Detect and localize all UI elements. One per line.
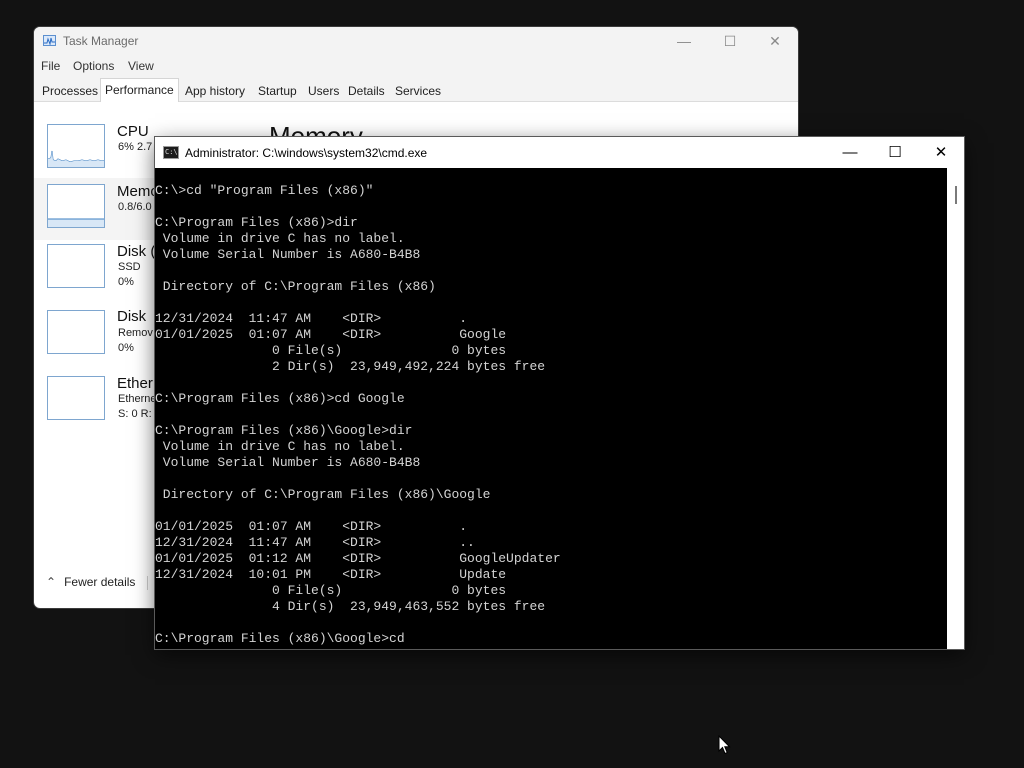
perf-item-cpu[interactable]: CPU 6% 2.7 [34, 118, 154, 180]
perf-item-disk-0[interactable]: Disk ( SSD 0% [34, 238, 156, 300]
fewer-details-label: Fewer details [64, 575, 136, 589]
console-line: Volume in drive C has no label. [155, 439, 405, 454]
perf-memory-usage: 0.8/6.0 [118, 201, 152, 213]
cmd-window-title: Administrator: C:\windows\system32\cmd.e… [185, 146, 428, 160]
perf-ethernet-throughput: S: 0 R: [118, 408, 152, 420]
cmd-window[interactable]: C:\ Administrator: C:\windows\system32\c… [155, 137, 964, 649]
console-line: C:\Program Files (x86)>dir [155, 215, 358, 230]
cmd-scrollbar-thumb[interactable] [955, 186, 957, 204]
console-line: Directory of C:\Program Files (x86)\Goog… [155, 487, 491, 502]
menu-options[interactable]: Options [73, 59, 114, 73]
cmd-scrollbar[interactable] [947, 168, 964, 649]
console-line: 01/01/2025 01:12 AM <DIR> GoogleUpdater [155, 551, 561, 566]
perf-item-disk-1[interactable]: Disk Remov 0% [34, 304, 154, 366]
perf-cpu-name: CPU [117, 123, 149, 140]
console-line: Volume Serial Number is A680-B4B8 [155, 455, 421, 470]
console-line: Volume Serial Number is A680-B4B8 [155, 247, 421, 262]
ethernet-graph-thumbnail [47, 376, 105, 420]
disk1-graph-thumbnail [47, 310, 105, 354]
cmd-minimize-button[interactable]: — [827, 137, 873, 168]
perf-cpu-usage: 6% 2.7 [118, 141, 153, 153]
perf-item-memory[interactable]: Memo 0.8/6.0 [34, 178, 159, 240]
fewer-details-link[interactable]: ⌃ Fewer details [46, 575, 135, 589]
perf-disk1-name: Disk [117, 308, 147, 325]
tab-bar: Processes Performance App history Startu… [34, 78, 798, 102]
perf-ethernet-name: Ether [117, 375, 153, 392]
tab-performance[interactable]: Performance [100, 78, 179, 102]
console-line: 01/01/2025 01:07 AM <DIR> . [155, 519, 468, 534]
mouse-cursor-icon [718, 735, 731, 755]
tab-processes[interactable]: Processes [37, 80, 103, 101]
chevron-up-icon: ⌃ [46, 575, 57, 589]
menu-bar: File Options View [34, 56, 798, 78]
close-button[interactable]: ✕ [752, 27, 798, 56]
console-line: 4 Dir(s) 23,949,463,552 bytes free [155, 599, 546, 614]
perf-disk1-type: Remov [118, 327, 153, 339]
console-line: Directory of C:\Program Files (x86) [155, 279, 436, 294]
console-line: 12/31/2024 11:47 AM <DIR> . [155, 311, 468, 326]
console-line: 2 Dir(s) 23,949,492,224 bytes free [155, 359, 546, 374]
console-line: C:\Program Files (x86)>cd Google [155, 391, 405, 406]
perf-disk0-usage: 0% [118, 276, 134, 288]
tab-services[interactable]: Services [390, 80, 446, 101]
memory-graph-thumbnail [47, 184, 105, 228]
console-line: 01/01/2025 01:07 AM <DIR> Google [155, 327, 507, 342]
cmd-app-icon: C:\ [163, 146, 179, 159]
maximize-button[interactable]: ☐ [707, 27, 753, 56]
footer-divider [147, 576, 148, 590]
tab-users[interactable]: Users [303, 80, 344, 101]
console-line: 12/31/2024 11:47 AM <DIR> .. [155, 535, 475, 550]
console-line: 0 File(s) 0 bytes [155, 343, 507, 358]
task-manager-titlebar[interactable]: Task Manager — ☐ ✕ [34, 27, 798, 56]
perf-disk0-name: Disk ( [117, 243, 156, 260]
perf-ethernet-adapter: Etherne [118, 393, 157, 405]
console-line: 12/31/2024 10:01 PM <DIR> Update [155, 567, 507, 582]
tab-details[interactable]: Details [343, 80, 390, 101]
perf-item-ethernet[interactable]: Ether Etherne S: 0 R: [34, 370, 157, 432]
menu-file[interactable]: File [41, 59, 60, 73]
disk0-graph-thumbnail [47, 244, 105, 288]
perf-memory-name: Memo [117, 183, 159, 200]
minimize-button[interactable]: — [661, 27, 707, 56]
cmd-titlebar[interactable]: C:\ Administrator: C:\windows\system32\c… [155, 137, 964, 168]
perf-disk1-usage: 0% [118, 342, 134, 354]
tab-app-history[interactable]: App history [180, 80, 250, 101]
console-line: Volume in drive C has no label. [155, 231, 405, 246]
console-line: C:\Program Files (x86)\Google>dir [155, 423, 413, 438]
console-line: C:\Program Files (x86)\Google>cd [155, 631, 405, 646]
window-title: Task Manager [63, 34, 139, 48]
cmd-maximize-button[interactable]: ☐ [872, 137, 918, 168]
perf-disk0-type: SSD [118, 261, 141, 273]
console-output[interactable]: C:\>cd "Program Files (x86)" C:\Program … [155, 183, 947, 649]
cmd-close-button[interactable]: ✕ [918, 137, 964, 168]
console-line: 0 File(s) 0 bytes [155, 583, 507, 598]
menu-view[interactable]: View [128, 59, 154, 73]
task-manager-app-icon [43, 35, 56, 46]
console-line: C:\>cd "Program Files (x86)" [155, 183, 374, 198]
cpu-graph-thumbnail [47, 124, 105, 168]
tab-startup[interactable]: Startup [253, 80, 302, 101]
